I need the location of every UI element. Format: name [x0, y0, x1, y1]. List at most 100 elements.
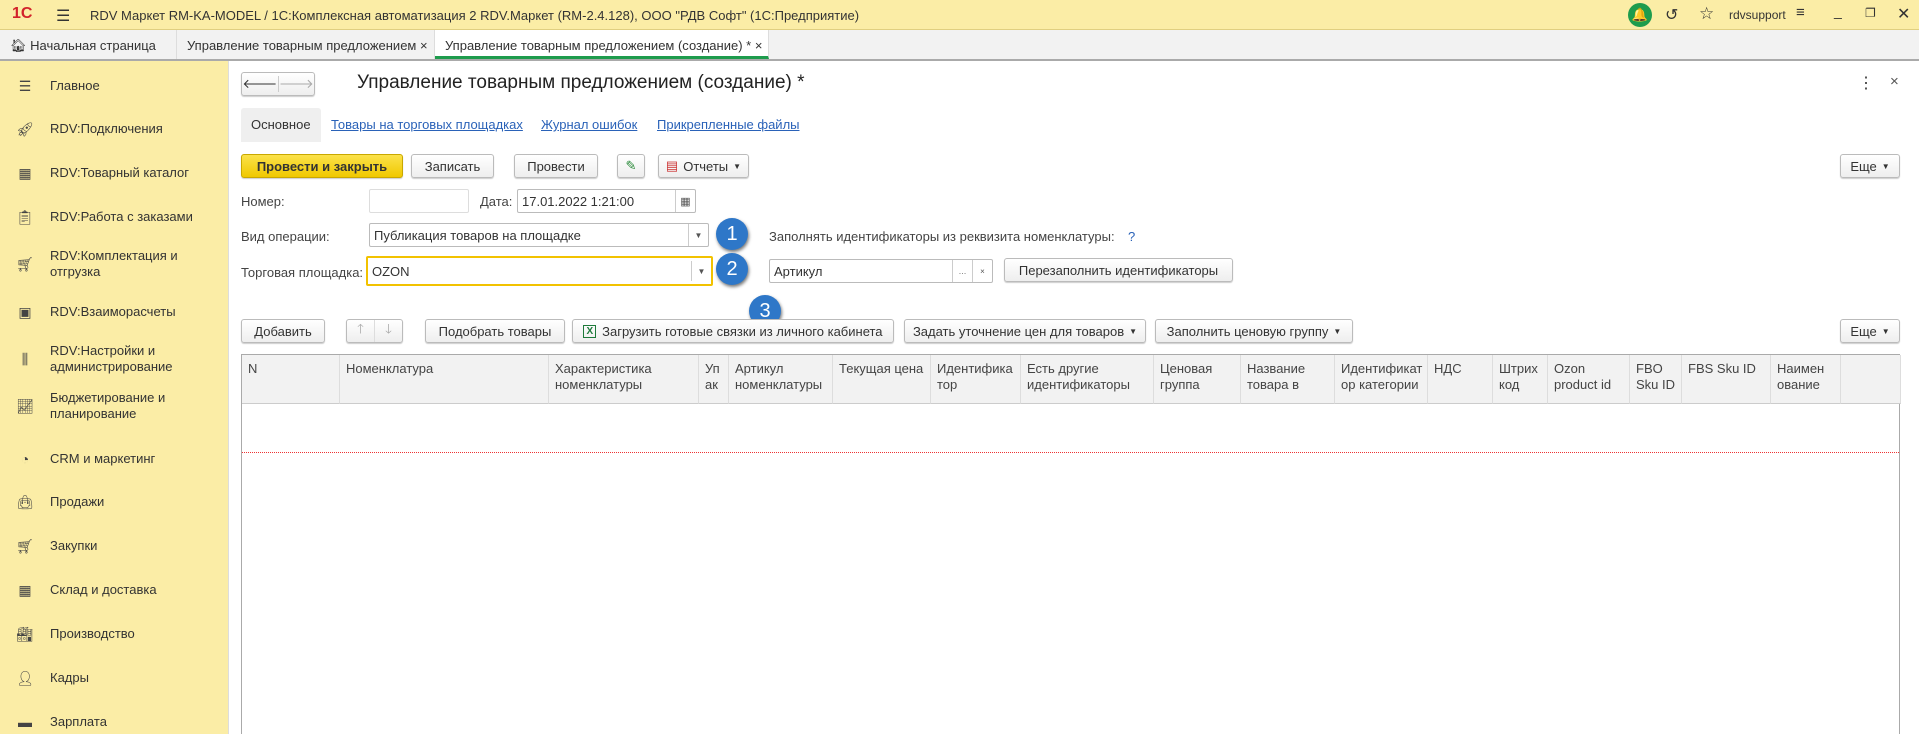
subtab-attached-files[interactable]: Прикрепленные файлы	[657, 117, 800, 132]
pick-products-button[interactable]: Подобрать товары	[425, 319, 565, 343]
clear-icon[interactable]: ×	[972, 260, 992, 282]
attribute-field[interactable]: Артикул … ×	[769, 259, 993, 283]
column-header[interactable]: НДС	[1428, 355, 1493, 404]
save-button[interactable]: Записать	[411, 154, 494, 178]
close-window-icon[interactable]: ✕	[1897, 4, 1910, 24]
price-group-button[interactable]: Заполнить ценовую группу ▼	[1155, 319, 1353, 343]
number-field[interactable]	[369, 189, 469, 213]
date-field[interactable]: 17.01.2022 1:21:00 ▦	[517, 189, 696, 213]
sidebar-item[interactable]: ▬ Зарплата	[0, 704, 229, 740]
home-icon: 🏠︎	[10, 38, 31, 53]
column-header[interactable]: Идентификат ор категории	[1335, 355, 1428, 404]
select-ellipsis-icon[interactable]: …	[952, 260, 972, 282]
column-header[interactable]: Уп ак	[699, 355, 729, 404]
column-header[interactable]: FBO Sku ID	[1630, 355, 1682, 404]
refill-ids-button[interactable]: Перезаполнить идентификаторы	[1004, 258, 1233, 282]
reports-button[interactable]: ▤ Отчеты ▼	[658, 154, 749, 178]
minimize-icon[interactable]: _	[1834, 3, 1842, 19]
help-link[interactable]: ?	[1128, 229, 1135, 244]
sidebar-item[interactable]: 👤︎ Кадры	[0, 660, 229, 696]
column-header[interactable]: Идентифика тор	[931, 355, 1021, 404]
sidebar-item[interactable]: ◔ CRM и маркетинг	[0, 441, 229, 477]
forward-arrow-icon[interactable]: 🡒	[279, 76, 315, 92]
price-refine-button[interactable]: Задать уточнение цен для товаров ▼	[904, 319, 1146, 343]
column-header[interactable]: Ozon product id	[1548, 355, 1630, 404]
subtab-marketplace-products[interactable]: Товары на торговых площадках	[331, 117, 523, 132]
sidebar-item-label: Главное	[50, 78, 100, 93]
sidebar-item[interactable]: ⫼ RDV:Настройки и администрирование	[0, 341, 229, 377]
user-name[interactable]: rdvsupport	[1729, 8, 1786, 22]
nav-buttons: 🡐 🡒	[241, 72, 315, 96]
move-buttons: 🡑 🡓	[346, 319, 403, 343]
page-title: Управление товарным предложением (создан…	[357, 72, 805, 93]
marketplace-select[interactable]: OZON ▼	[366, 256, 713, 286]
load-bindings-label: Загрузить готовые связки из личного каби…	[602, 323, 883, 339]
column-header[interactable]: Наимен ование	[1771, 355, 1841, 404]
marketplace-label: Торговая площадка:	[241, 265, 364, 280]
sidebar-item[interactable]: 🏭︎ Производство	[0, 616, 229, 652]
column-header[interactable]: Характеристика номенклатуры	[549, 355, 699, 404]
column-header[interactable]: Название товара в	[1241, 355, 1335, 404]
more-label: Еще	[1850, 158, 1877, 174]
warehouse-icon: ▦	[18, 581, 32, 598]
subtab-error-log[interactable]: Журнал ошибок	[541, 117, 637, 132]
column-header[interactable]: FBS Sku ID	[1682, 355, 1771, 404]
operation-value: Публикация товаров на площадке	[374, 227, 581, 243]
tab-offer-management[interactable]: Управление товарным предложением ×	[177, 30, 435, 59]
products-table[interactable]: N Номенклатура Характеристика номенклатуры…	[241, 354, 1901, 734]
sidebar-item[interactable]: ▦ RDV:Товарный каталог	[0, 155, 229, 191]
operation-label: Вид операции:	[241, 229, 330, 244]
column-header[interactable]: Артикул номенклатуры	[729, 355, 833, 404]
dropdown-arrow-icon[interactable]: ▼	[688, 224, 708, 246]
sidebar-item[interactable]: 🛒︎ RDV:Комплектация и отгрузка	[0, 246, 229, 282]
back-arrow-icon[interactable]: 🡐	[242, 76, 279, 92]
tab-label: Начальная страница	[30, 38, 156, 53]
sidebar-item[interactable]: ▣ RDV:Взаиморасчеты	[0, 294, 229, 330]
fill-ids-label: Заполнять идентификаторы из реквизита но…	[769, 229, 1115, 244]
sidebar-item[interactable]: ☰ Главное	[0, 68, 229, 104]
more-vertical-icon[interactable]: ⋮	[1858, 73, 1874, 93]
number-label: Номер:	[241, 194, 285, 209]
post-and-close-button[interactable]: Провести и закрыть	[241, 154, 403, 178]
dropdown-arrow-icon[interactable]: ▼	[691, 261, 711, 281]
move-up-icon[interactable]: 🡑	[347, 320, 375, 342]
sidebar-item[interactable]: 👜︎ Продажи	[0, 484, 229, 520]
sidebar-item-label: Зарплата	[50, 714, 107, 729]
sidebar-item[interactable]: 📈︎ Бюджетирование и планирование	[0, 388, 229, 424]
column-header[interactable]: Ценовая группа	[1154, 355, 1241, 404]
favorites-star-icon[interactable]: ☆	[1699, 4, 1714, 24]
1c-logo: 1С	[12, 5, 33, 22]
sidebar-item[interactable]: 📋︎ RDV:Работа с заказами	[0, 199, 229, 235]
post-button[interactable]: Провести	[514, 154, 598, 178]
column-header[interactable]: Штрих код	[1493, 355, 1548, 404]
table-more-button[interactable]: Еще ▼	[1840, 319, 1900, 343]
annotation-badge-1: 1	[716, 218, 748, 250]
column-header[interactable]: N	[242, 355, 340, 404]
history-icon[interactable]: ↺	[1665, 5, 1678, 25]
subtab-main[interactable]: Основное	[241, 108, 321, 142]
close-form-icon[interactable]: ×	[1890, 73, 1899, 90]
tab-home[interactable]: 🏠︎ Начальная страница	[0, 30, 177, 59]
column-header[interactable]: Есть другие идентификаторы	[1021, 355, 1154, 404]
tab-offer-create[interactable]: Управление товарным предложением (создан…	[435, 30, 769, 59]
close-tab-icon[interactable]: ×	[420, 38, 428, 53]
more-button[interactable]: Еще ▼	[1840, 154, 1900, 178]
add-button[interactable]: Добавить	[241, 319, 325, 343]
operation-select[interactable]: Публикация товаров на площадке ▼	[369, 223, 709, 247]
load-bindings-button[interactable]: X Загрузить готовые связки из личного каб…	[572, 319, 894, 343]
settings-menu-icon[interactable]: ≡	[1796, 4, 1805, 21]
factory-icon: 🏭︎	[16, 625, 34, 642]
column-header[interactable]: Номенклатура	[340, 355, 549, 404]
column-header[interactable]	[1841, 355, 1901, 404]
main-menu-icon[interactable]: ☰	[56, 6, 70, 26]
move-down-icon[interactable]: 🡓	[375, 320, 402, 342]
close-tab-icon[interactable]: ×	[755, 38, 763, 53]
sidebar-item[interactable]: 🛒︎ Закупки	[0, 528, 229, 564]
calendar-icon[interactable]: ▦	[675, 190, 695, 212]
edit-pencil-icon[interactable]: ✎	[617, 154, 645, 178]
sidebar-item[interactable]: ▦ Склад и доставка	[0, 572, 229, 608]
sidebar-item[interactable]: 🚀︎ RDV:Подключения	[0, 111, 229, 147]
notification-bell-icon[interactable]: 🔔	[1628, 3, 1652, 27]
column-header[interactable]: Текущая цена	[833, 355, 931, 404]
restore-icon[interactable]: ❐	[1865, 6, 1876, 20]
